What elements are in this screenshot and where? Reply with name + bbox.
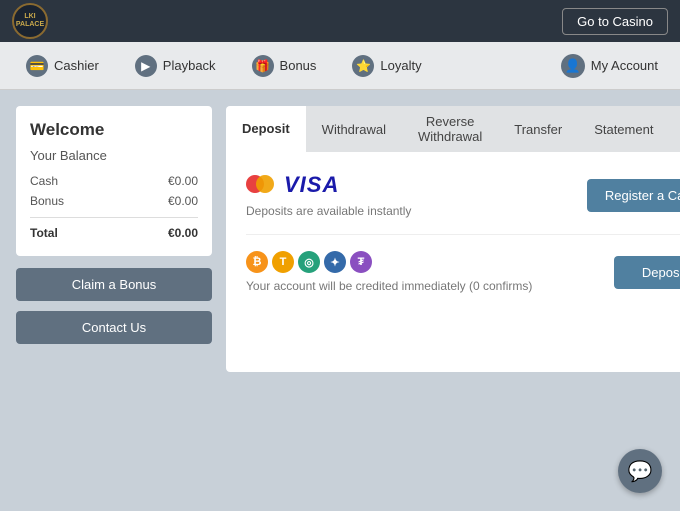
cashier-icon: 💳: [26, 55, 48, 77]
tab-transfer[interactable]: Transfer: [498, 106, 578, 152]
crypto-usdt-icon: ₮: [350, 251, 372, 273]
visa-payment-section: VISA Deposits are available instantly Re…: [246, 172, 680, 235]
cash-row: Cash €0.00: [30, 171, 198, 191]
crypto-info: ₿ T ◎ ✦ ₮ Your account will be credited …: [246, 251, 532, 293]
cash-value: €0.00: [168, 174, 198, 188]
bonus-value: €0.00: [168, 194, 198, 208]
nav-tab-bonus[interactable]: 🎁 Bonus: [236, 49, 333, 83]
nav-bar: 💳 Cashier ▶ Playback 🎁 Bonus ⭐ Loyalty 👤…: [0, 42, 680, 90]
cash-label: Cash: [30, 174, 58, 188]
nav-tab-cashier[interactable]: 💳 Cashier: [10, 49, 115, 83]
my-account-button[interactable]: 👤 My Account: [549, 48, 670, 84]
tab-statement[interactable]: Statement: [578, 106, 669, 152]
visa-text: VISA: [284, 172, 339, 198]
nav-tab-loyalty[interactable]: ⭐ Loyalty: [336, 49, 437, 83]
playback-icon: ▶: [135, 55, 157, 77]
welcome-title: Welcome: [30, 120, 198, 140]
claim-bonus-button[interactable]: Claim a Bonus: [16, 268, 212, 301]
top-bar: LKIPALACE Go to Casino: [0, 0, 680, 42]
mc-circle-right: [256, 175, 274, 193]
crypto-payment-section: ₿ T ◎ ✦ ₮ Your account will be credited …: [246, 251, 680, 293]
support-fab-button[interactable]: 💬: [618, 449, 662, 493]
tab-content: VISA Deposits are available instantly Re…: [226, 152, 680, 372]
right-panel: Deposit Withdrawal Reverse Withdrawal Tr…: [226, 106, 680, 372]
cashier-tab-bar: Deposit Withdrawal Reverse Withdrawal Tr…: [226, 106, 680, 152]
logo-text: LKIPALACE: [16, 13, 44, 28]
bonus-icon: 🎁: [252, 55, 274, 77]
deposit-button[interactable]: Deposit: [614, 256, 680, 289]
mastercard-logo: [246, 175, 276, 195]
total-label: Total: [30, 226, 58, 240]
visa-row: VISA: [246, 172, 411, 198]
crypto-eth-icon: T: [272, 251, 294, 273]
go-to-casino-button[interactable]: Go to Casino: [562, 8, 668, 35]
left-panel: Welcome Your Balance Cash €0.00 Bonus €0…: [16, 106, 212, 372]
bonus-label: Bonus: [280, 58, 317, 73]
total-row: Total €0.00: [30, 224, 198, 242]
crypto-icons: ₿ T ◎ ✦ ₮: [246, 251, 532, 273]
register-card-button[interactable]: Register a Card: [587, 179, 680, 212]
balance-divider: [30, 217, 198, 218]
loyalty-icon: ⭐: [352, 55, 374, 77]
tab-withdrawal[interactable]: Withdrawal: [306, 106, 402, 152]
bonus-row: Bonus €0.00: [30, 191, 198, 211]
crypto-ltc-icon: ◎: [298, 251, 320, 273]
loyalty-label: Loyalty: [380, 58, 421, 73]
logo: LKIPALACE: [12, 3, 48, 39]
contact-us-button[interactable]: Contact Us: [16, 311, 212, 344]
total-value: €0.00: [168, 226, 198, 240]
visa-deposit-note: Deposits are available instantly: [246, 204, 411, 218]
tab-deposit[interactable]: Deposit: [226, 106, 306, 152]
your-balance-label: Your Balance: [30, 148, 198, 163]
account-icon: 👤: [561, 54, 585, 78]
main-content: Welcome Your Balance Cash €0.00 Bonus €0…: [0, 90, 680, 388]
bonus-label: Bonus: [30, 194, 64, 208]
crypto-btc-icon: ₿: [246, 251, 268, 273]
my-account-label: My Account: [591, 58, 658, 73]
nav-tab-playback[interactable]: ▶ Playback: [119, 49, 232, 83]
crypto-note: Your account will be credited immediatel…: [246, 279, 532, 293]
tab-verify-id[interactable]: Verify ID: [669, 106, 680, 152]
tab-reverse-withdrawal[interactable]: Reverse Withdrawal: [402, 106, 498, 152]
playback-label: Playback: [163, 58, 216, 73]
welcome-box: Welcome Your Balance Cash €0.00 Bonus €0…: [16, 106, 212, 256]
crypto-xrp-icon: ✦: [324, 251, 346, 273]
visa-payment-info: VISA Deposits are available instantly: [246, 172, 411, 218]
support-icon: 💬: [628, 459, 653, 484]
cashier-label: Cashier: [54, 58, 99, 73]
